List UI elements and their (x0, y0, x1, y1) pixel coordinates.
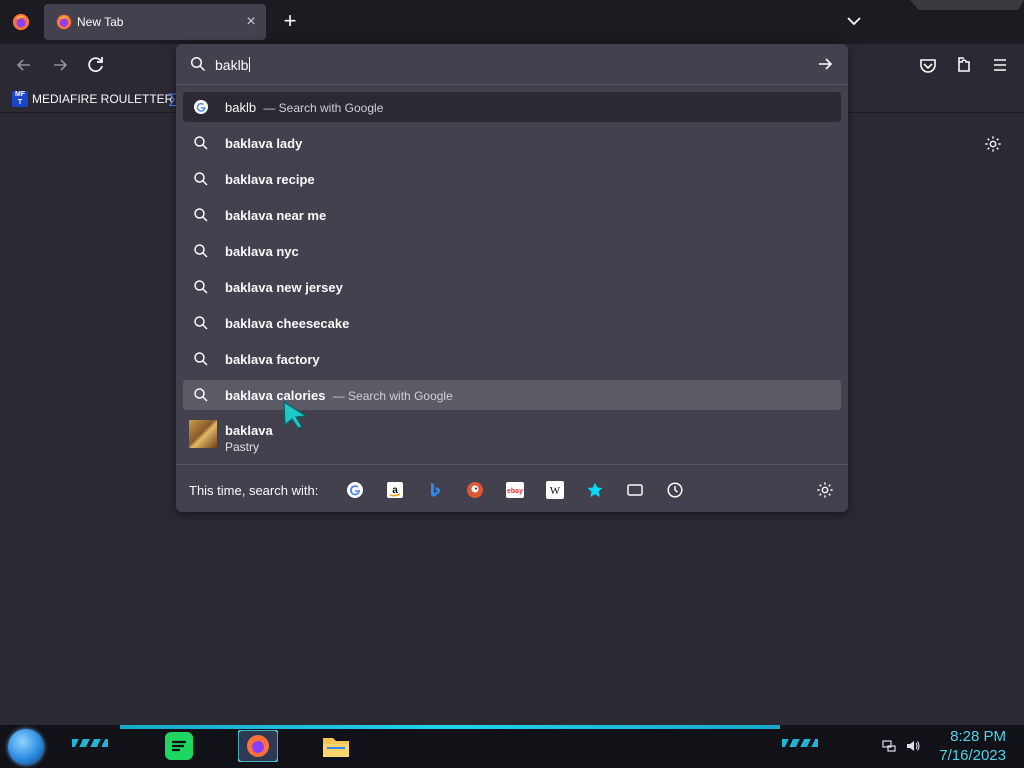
firefox-icon[interactable] (238, 730, 278, 762)
suggestion-text: baklb — Search with Google (225, 100, 384, 115)
search-icon (190, 56, 206, 72)
hamburger-menu-icon[interactable] (986, 51, 1014, 79)
duckduckgo-icon[interactable] (466, 481, 484, 499)
search-icon (194, 316, 208, 330)
suggestion-text: baklava new jersey (225, 280, 343, 295)
amazon-icon[interactable]: a (386, 481, 404, 499)
suggestion-text: baklava near me (225, 208, 327, 223)
network-icon[interactable] (881, 738, 897, 754)
baklava-thumbnail (189, 420, 217, 448)
spotify-icon[interactable] (163, 730, 195, 762)
urlbar-input[interactable]: baklb (176, 44, 848, 85)
tab-new-tab[interactable]: New Tab × (44, 4, 266, 40)
search-icon (194, 136, 208, 150)
search-icon (194, 172, 208, 186)
window-decoration (910, 0, 1024, 10)
firefox-icon (56, 14, 72, 30)
taskbar-decoration (782, 739, 818, 747)
chevron-down-icon[interactable] (843, 10, 865, 32)
suggestion-text: baklava cheesecake (225, 316, 350, 331)
suggestion-text: baklava lady (225, 136, 303, 151)
tabs-icon[interactable] (626, 481, 644, 499)
ebay-icon[interactable]: ebay (506, 481, 524, 499)
history-icon[interactable] (666, 481, 684, 499)
search-icon (194, 352, 208, 366)
suggestion-row[interactable]: baklava lady (183, 128, 841, 158)
new-tab-button[interactable]: + (279, 10, 301, 32)
search-icon (194, 388, 208, 402)
reload-button[interactable] (82, 51, 110, 79)
taskbar-decoration (72, 739, 108, 747)
one-off-label: This time, search with: (189, 483, 319, 498)
clock-date: 7/16/2023 (939, 747, 1006, 764)
one-off-search-bar: This time, search with: a ebay W (176, 464, 848, 513)
svg-text:W: W (550, 485, 561, 497)
volume-icon[interactable] (905, 738, 921, 754)
suggestion-text: baklava recipe (225, 172, 315, 187)
forward-button[interactable] (46, 51, 74, 79)
mouse-cursor-icon (283, 400, 308, 429)
gear-icon[interactable] (816, 481, 834, 499)
file-explorer-icon[interactable] (320, 730, 352, 762)
tab-title: New Tab (77, 15, 124, 29)
system-clock[interactable]: 8:28 PM 7/16/2023 (939, 727, 1006, 765)
suggestion-text: baklava calories — Search with Google (225, 388, 453, 403)
search-icon (194, 280, 208, 294)
urlbar-popup: baklb baklb — Search with Google baklava… (176, 44, 848, 512)
google-icon[interactable] (346, 481, 364, 499)
svg-text:ebay: ebay (507, 488, 523, 495)
suggestion-row[interactable]: baklava recipe (183, 164, 841, 194)
entity-title: baklava (225, 423, 273, 438)
bing-icon[interactable] (426, 481, 444, 499)
close-tab-icon[interactable]: × (242, 13, 260, 31)
suggestion-row[interactable]: baklava nyc (183, 236, 841, 266)
suggestion-text: baklava factory (225, 352, 320, 367)
suggestion-heuristic[interactable]: baklb — Search with Google (183, 92, 841, 122)
svg-text:a: a (392, 485, 398, 496)
suggestion-row[interactable]: baklava factory (183, 344, 841, 374)
entity-subtitle: Pastry (225, 440, 260, 454)
bookmark-label: MEDIAFIRE ROULETTER (32, 92, 174, 106)
clock-time: 8:28 PM (950, 728, 1006, 745)
suggestion-row[interactable]: baklava near me (183, 200, 841, 230)
bookmarks-icon[interactable] (586, 481, 604, 499)
tab-strip: New Tab × + (0, 0, 1024, 44)
back-button[interactable] (10, 51, 38, 79)
start-button[interactable] (8, 729, 44, 765)
urlbar-value[interactable]: baklb (215, 57, 251, 73)
google-icon (194, 100, 208, 114)
taskbar: 8:28 PM 7/16/2023 (0, 725, 1024, 768)
search-icon (194, 244, 208, 258)
suggestion-row[interactable]: baklava cheesecake (183, 308, 841, 338)
bookmark-mediafire-rouletter[interactable]: MF T MEDIAFIRE ROULETTER (12, 89, 173, 109)
suggestion-text: baklava nyc (225, 244, 299, 259)
search-icon (194, 208, 208, 222)
pocket-icon[interactable] (914, 51, 942, 79)
wikipedia-icon[interactable]: W (546, 481, 564, 499)
firefox-icon[interactable] (12, 13, 30, 31)
taskbar-accent-strip (120, 725, 780, 729)
gear-icon[interactable] (984, 135, 1002, 153)
suggestion-row[interactable]: baklava new jersey (183, 272, 841, 302)
go-arrow-icon[interactable] (816, 55, 834, 73)
extensions-icon[interactable] (950, 51, 978, 79)
mft-icon: MF T (12, 91, 28, 107)
